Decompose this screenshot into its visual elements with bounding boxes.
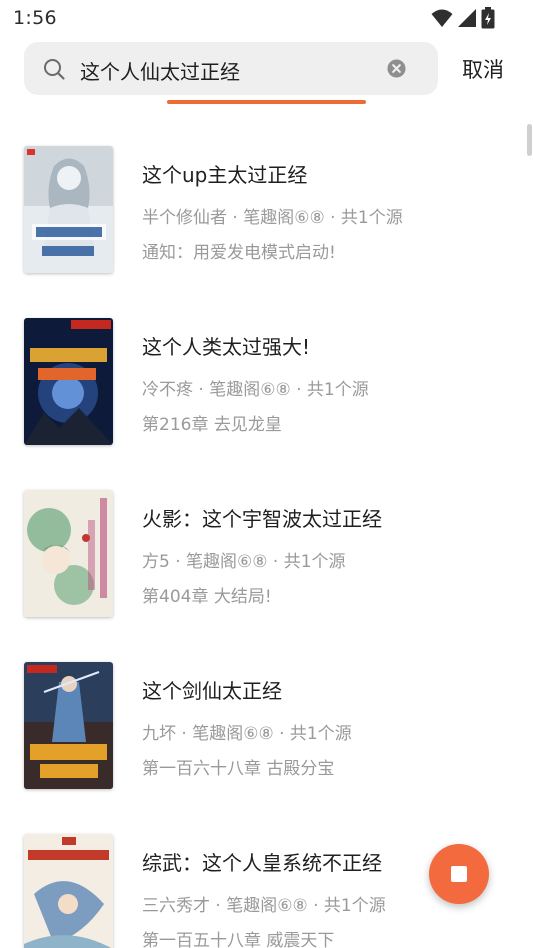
cell-signal-icon — [458, 9, 476, 27]
stop-search-button[interactable] — [429, 844, 489, 904]
search-bar[interactable]: 这个人仙太过正经 — [24, 42, 438, 95]
book-cover — [24, 318, 113, 445]
book-latest-chapter: 通知：用爱发电模式启动! — [142, 243, 336, 263]
book-meta: 三六秀才 · 笔趣阁⑥⑧ · 共1个源 — [142, 896, 386, 916]
book-latest-chapter: 第216章 去见龙皇 — [142, 415, 282, 435]
list-item[interactable]: 这个人类太过强大! 冷不疼 · 笔趣阁⑥⑧ · 共1个源 第216章 去见龙皇 — [0, 302, 520, 452]
search-icon — [44, 59, 65, 80]
book-latest-chapter: 第一百六十八章 古殿分宝 — [142, 759, 335, 779]
book-meta: 九坏 · 笔趣阁⑥⑧ · 共1个源 — [142, 724, 352, 744]
list-item[interactable]: 这个剑仙太正经 九坏 · 笔趣阁⑥⑧ · 共1个源 第一百六十八章 古殿分宝 — [0, 646, 520, 796]
battery-charging-icon — [481, 7, 495, 29]
book-title: 这个人类太过强大! — [142, 335, 311, 359]
wifi-icon — [431, 9, 453, 27]
search-input[interactable]: 这个人仙太过正经 — [80, 56, 240, 85]
status-time: 1:56 — [13, 7, 57, 29]
book-meta: 方5 · 笔趣阁⑥⑧ · 共1个源 — [142, 552, 346, 572]
book-cover — [24, 834, 113, 948]
cancel-button[interactable]: 取消 — [462, 54, 504, 84]
book-cover — [24, 490, 113, 617]
list-item[interactable]: 这个up主太过正经 半个修仙者 · 笔趣阁⑥⑧ · 共1个源 通知：用爱发电模式… — [0, 130, 520, 280]
book-title: 这个剑仙太正经 — [142, 679, 282, 703]
clear-search-icon[interactable] — [387, 59, 406, 78]
book-title: 综武：这个人皇系统不正经 — [142, 851, 382, 875]
stop-icon — [451, 866, 467, 882]
book-latest-chapter: 第一百五十八章 威震天下 — [142, 931, 335, 948]
book-latest-chapter: 第404章 大结局! — [142, 587, 272, 607]
book-title: 这个up主太过正经 — [142, 163, 308, 187]
book-cover — [24, 662, 113, 789]
scrollbar[interactable] — [527, 124, 532, 156]
status-bar: 1:56 — [0, 0, 533, 36]
list-item[interactable]: 火影：这个宇智波太过正经 方5 · 笔趣阁⑥⑧ · 共1个源 第404章 大结局… — [0, 474, 520, 624]
book-cover — [24, 146, 113, 273]
status-icons — [431, 7, 495, 29]
book-meta: 冷不疼 · 笔趣阁⑥⑧ · 共1个源 — [142, 380, 369, 400]
progress-indicator — [167, 100, 366, 104]
book-meta: 半个修仙者 · 笔趣阁⑥⑧ · 共1个源 — [142, 208, 403, 228]
book-title: 火影：这个宇智波太过正经 — [142, 507, 382, 531]
